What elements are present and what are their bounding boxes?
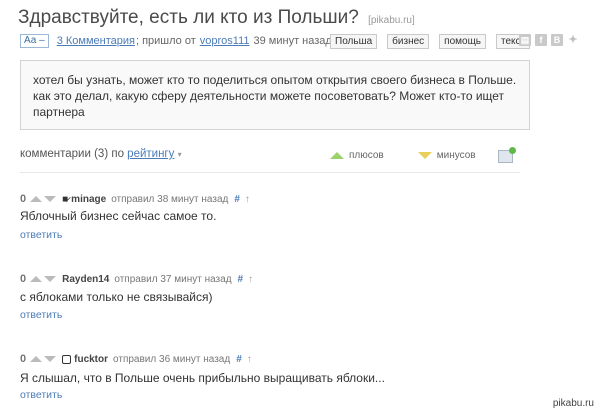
- comment-time: отправил 37 минут назад: [114, 273, 232, 285]
- tag-business[interactable]: бизнес: [387, 34, 430, 49]
- subscribe-comments-icon[interactable]: [498, 147, 516, 163]
- posted-by-label: ; пришло от: [135, 35, 196, 47]
- comment-author[interactable]: Rayden14: [62, 274, 109, 285]
- vote-down-icon[interactable]: [44, 196, 57, 202]
- comments-header: комментарии (3) по рейтингу ▾: [20, 148, 182, 160]
- comment-rating: 0: [20, 193, 27, 205]
- comment-rating: 0: [20, 353, 27, 365]
- twitter-icon[interactable]: ✦: [567, 34, 579, 46]
- comment-author[interactable]: minage: [71, 194, 106, 205]
- facebook-icon[interactable]: f: [535, 34, 547, 46]
- comment-text: Я слышал, что в Польше очень прибыльно в…: [20, 371, 385, 385]
- comment-time: отправил 38 минут назад: [111, 193, 229, 205]
- tag-help[interactable]: помощь: [439, 34, 487, 49]
- comment-sort-controls: плюсов минусов: [330, 150, 476, 161]
- bookmark-icon[interactable]: ▤: [519, 34, 531, 46]
- comments-count-label: комментарии (3) по: [20, 148, 124, 160]
- vote-up-icon[interactable]: [30, 276, 43, 282]
- post-title-text[interactable]: Здравствуйте, есть ли кто из Польши?: [18, 7, 359, 28]
- vote-down-icon[interactable]: [44, 276, 57, 282]
- comment-header: 0 Rayden14 отправил 37 минут назад # ↑: [20, 273, 253, 285]
- comments-link[interactable]: 3 Комментария: [57, 35, 135, 47]
- vote-down-icon[interactable]: [44, 356, 57, 362]
- comment-permalink[interactable]: #: [236, 354, 242, 365]
- tag-poland[interactable]: Польша: [330, 34, 378, 49]
- comment-header: 0 ■̷ minage отправил 38 минут назад # ↑: [20, 193, 250, 205]
- vote-up-icon[interactable]: [30, 196, 43, 202]
- chevron-down-icon[interactable]: ▾: [178, 150, 182, 159]
- sort-minuses[interactable]: минусов: [437, 150, 476, 161]
- comment-rating: 0: [20, 273, 27, 285]
- reply-link[interactable]: ответить: [20, 229, 62, 241]
- comment-text: с яблоками только не связывайся): [20, 290, 213, 304]
- comment-permalink[interactable]: #: [238, 274, 244, 285]
- tag-list: Польша бизнес помощь текст: [330, 34, 531, 49]
- minus-arrow-icon[interactable]: [417, 152, 432, 159]
- comment-text: Яблочный бизнес сейчас самое то.: [20, 209, 217, 223]
- parent-arrow-icon[interactable]: ↑: [248, 274, 253, 285]
- font-size-toggle[interactable]: Аа –: [20, 34, 49, 48]
- parent-arrow-icon[interactable]: ↑: [247, 354, 252, 365]
- parent-arrow-icon[interactable]: ↑: [245, 194, 250, 205]
- comment-header: 0 fucktor отправил 36 минут назад # ↑: [20, 353, 252, 365]
- vkontakte-icon[interactable]: B: [551, 34, 563, 46]
- watermark: pikabu.ru: [552, 398, 594, 409]
- post-time: 39 минут назад: [253, 35, 332, 47]
- sort-by-rating-link[interactable]: рейтингу: [127, 148, 174, 160]
- reply-link[interactable]: ответить: [20, 309, 62, 321]
- comment-permalink[interactable]: #: [234, 194, 240, 205]
- post-meta: Аа – 3 Комментария ; пришло от vopros111…: [20, 34, 332, 48]
- share-buttons: ▤ f B ✦: [519, 34, 579, 46]
- comment-time: отправил 36 минут назад: [113, 353, 231, 365]
- author-link[interactable]: vopros111: [200, 35, 250, 47]
- divider: [20, 172, 520, 173]
- sort-pluses[interactable]: плюсов: [349, 150, 384, 161]
- post-title[interactable]: Здравствуйте, есть ли кто из Польши? [pi…: [18, 7, 415, 29]
- user-badge-icon: [62, 354, 72, 364]
- vote-up-icon[interactable]: [30, 356, 43, 362]
- plus-arrow-icon[interactable]: [330, 152, 344, 159]
- reply-link[interactable]: ответить: [20, 389, 62, 401]
- post-source: [pikabu.ru]: [368, 15, 415, 26]
- user-badge-icon: ■̷: [62, 193, 69, 205]
- post-body: хотел бы узнать, может кто то поделиться…: [20, 60, 530, 130]
- comment-author[interactable]: fucktor: [74, 354, 108, 365]
